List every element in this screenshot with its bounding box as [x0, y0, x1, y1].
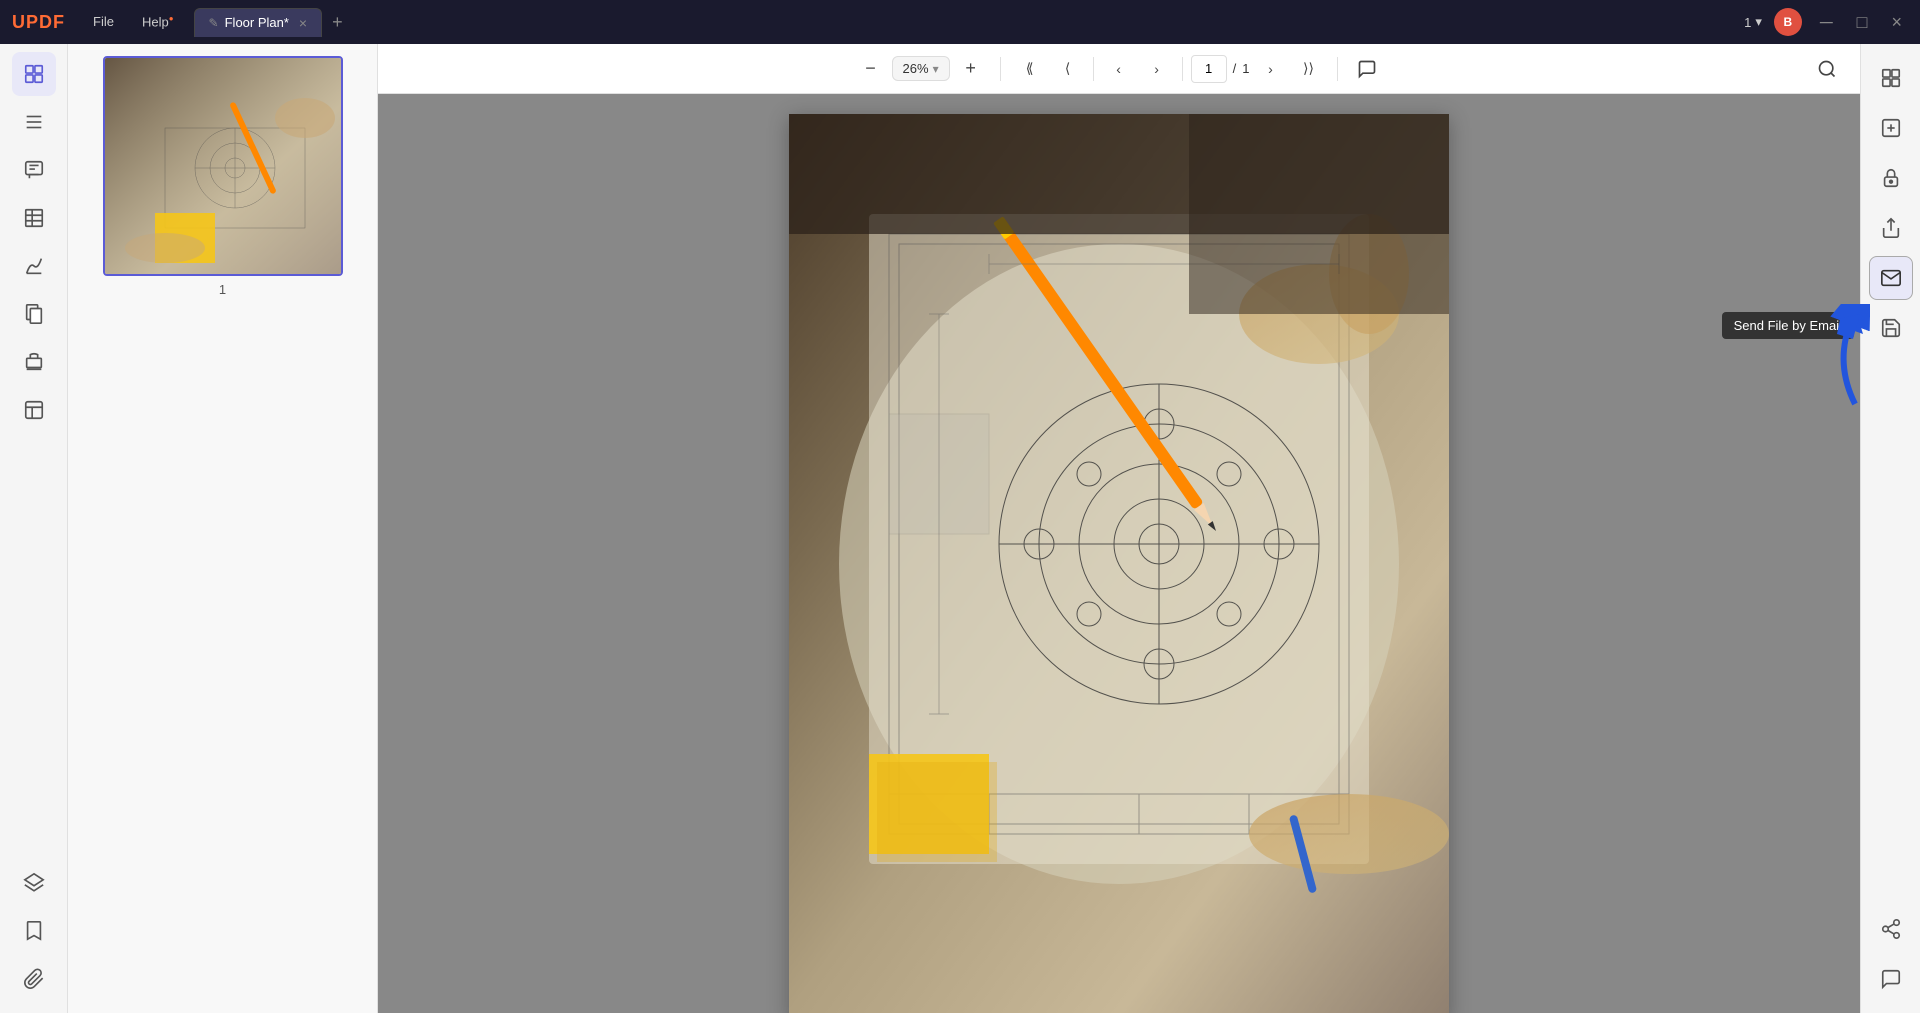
- right-icon-ocr[interactable]: [1869, 106, 1913, 150]
- comment-button[interactable]: [1350, 52, 1384, 86]
- nav-prev-button[interactable]: ⟨: [1051, 52, 1085, 86]
- sidebar-item-table[interactable]: [12, 196, 56, 240]
- menu-file[interactable]: File: [81, 10, 126, 33]
- thumbnail-page-1[interactable]: 1: [103, 56, 343, 297]
- sidebar-item-comment[interactable]: [12, 148, 56, 192]
- maximize-button[interactable]: □: [1851, 10, 1874, 35]
- sidebar-item-outline[interactable]: [12, 100, 56, 144]
- nav-prev2-button[interactable]: ‹: [1102, 52, 1136, 86]
- minimize-button[interactable]: ─: [1814, 10, 1839, 35]
- tab-label: Floor Plan*: [225, 15, 289, 30]
- nav-next-button[interactable]: ›: [1253, 52, 1287, 86]
- toolbar-separator-3: [1182, 57, 1183, 81]
- page-nav: / 1: [1191, 55, 1250, 83]
- search-area: [1810, 52, 1844, 86]
- right-icon-send-email[interactable]: [1869, 256, 1913, 300]
- main-area: 1 − 26% ▾ + ⟪ ⟨ ‹ ›: [0, 44, 1920, 1013]
- tab-floor-plan[interactable]: ✎ Floor Plan* ×: [194, 8, 323, 37]
- search-button[interactable]: [1810, 52, 1844, 86]
- tab-area: ✎ Floor Plan* × +: [194, 8, 351, 37]
- sidebar-item-layers[interactable]: [12, 861, 56, 905]
- toolbar-separator-1: [1000, 57, 1001, 81]
- pdf-viewport[interactable]: [378, 94, 1860, 1013]
- content-area: − 26% ▾ + ⟪ ⟨ ‹ › / 1 ›: [378, 44, 1860, 1013]
- toolbar-separator-2: [1093, 57, 1094, 81]
- thumbnail-panel: 1: [68, 44, 378, 1013]
- close-button[interactable]: ×: [1885, 10, 1908, 35]
- title-bar-right: 1 ▾ B ─ □ ×: [1744, 8, 1908, 36]
- app-logo[interactable]: UPDF: [12, 12, 65, 33]
- sidebar-item-pages[interactable]: [12, 292, 56, 336]
- page-total: 1: [1242, 61, 1249, 76]
- sidebar-item-signature[interactable]: [12, 244, 56, 288]
- title-bar: UPDF File Help● ✎ Floor Plan* × + 1 ▾ B …: [0, 0, 1920, 44]
- toolbar-separator-4: [1337, 57, 1338, 81]
- nav-first-button[interactable]: ⟪: [1013, 52, 1047, 86]
- right-icon-pdf-tools[interactable]: [1869, 56, 1913, 100]
- sidebar-bottom: [12, 861, 56, 1013]
- right-sidebar: Send File by Email: [1860, 44, 1920, 1013]
- right-icon-protect[interactable]: [1869, 156, 1913, 200]
- tab-edit-icon: ✎: [209, 16, 219, 30]
- right-icon-connect[interactable]: [1869, 907, 1913, 951]
- zoom-controls: − 26% ▾ +: [854, 52, 988, 86]
- new-tab-button[interactable]: +: [324, 8, 351, 37]
- sidebar-item-stamps[interactable]: [12, 340, 56, 384]
- zoom-value: 26%: [903, 61, 929, 76]
- right-icon-chat[interactable]: [1869, 957, 1913, 1001]
- thumbnail-image: [103, 56, 343, 276]
- menu-bar: File Help●: [81, 10, 186, 33]
- zoom-dropdown-button[interactable]: ▾: [933, 62, 939, 76]
- user-count: 1 ▾: [1744, 14, 1762, 30]
- left-sidebar: [0, 44, 68, 1013]
- sidebar-item-thumbnail[interactable]: [12, 52, 56, 96]
- zoom-in-button[interactable]: +: [954, 52, 988, 86]
- page-number-input[interactable]: [1191, 55, 1227, 83]
- right-sidebar-bottom: [1869, 907, 1913, 1013]
- tab-close-button[interactable]: ×: [299, 15, 307, 31]
- nav-next2-button[interactable]: ›: [1140, 52, 1174, 86]
- thumbnail-page-label: 1: [219, 282, 226, 297]
- toolbar: − 26% ▾ + ⟪ ⟨ ‹ › / 1 ›: [378, 44, 1860, 94]
- menu-help[interactable]: Help●: [130, 10, 186, 33]
- help-dot: ●: [169, 14, 174, 23]
- sidebar-item-bookmark[interactable]: [12, 909, 56, 953]
- user-avatar[interactable]: B: [1774, 8, 1802, 36]
- right-icon-save[interactable]: [1869, 306, 1913, 350]
- zoom-out-button[interactable]: −: [854, 52, 888, 86]
- right-icon-share[interactable]: [1869, 206, 1913, 250]
- sidebar-item-attachment[interactable]: [12, 957, 56, 1001]
- page-nav-controls: ⟪ ⟨ ‹ › / 1 › ⟩⟩: [1013, 52, 1326, 86]
- blue-arrow-annotation: [1805, 304, 1870, 419]
- nav-last-button[interactable]: ⟩⟩: [1291, 52, 1325, 86]
- sidebar-item-templates[interactable]: [12, 388, 56, 432]
- pdf-page: [789, 114, 1449, 1013]
- page-separator: /: [1233, 61, 1237, 76]
- zoom-display: 26% ▾: [892, 56, 950, 81]
